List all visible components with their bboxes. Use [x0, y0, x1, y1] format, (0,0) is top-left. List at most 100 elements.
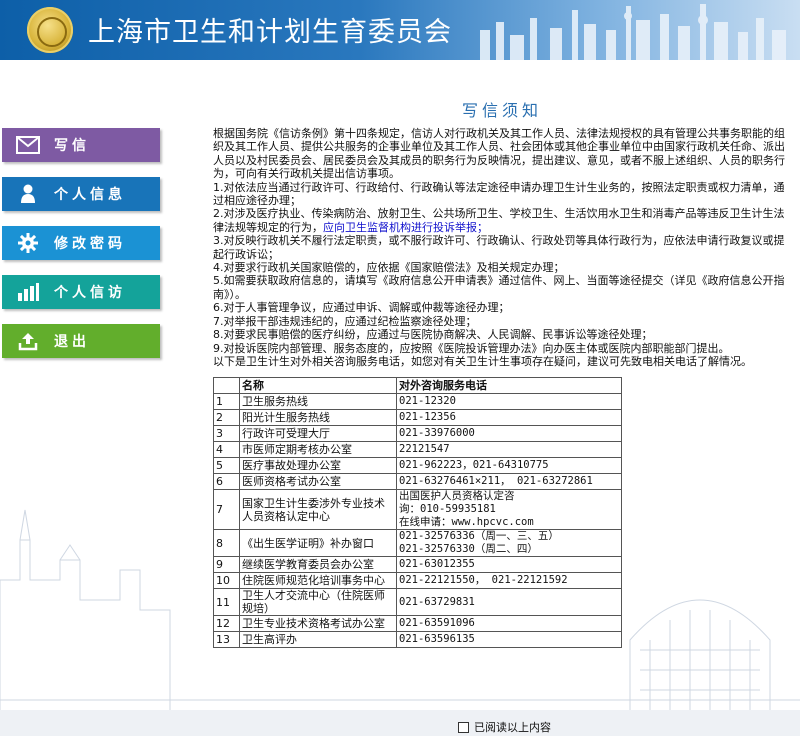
table-row: 7 国家卫生计生委涉外专业技术人员资格认定中心 出国医护人员资格认定咨 询：010-5…: [213, 489, 622, 530]
nav-personal-petition[interactable]: 个人信访: [2, 275, 160, 309]
site-title: 上海市卫生和计划生育委员会: [88, 17, 452, 48]
notice-item-4: 4.对要求行政机关国家赔偿的，应依据《国家赔偿法》及相关规定办理；: [213, 261, 565, 275]
table-row: 5 医疗事故处理办公室 021-962223，021-64310775: [213, 457, 622, 474]
row-name: 阳光计生服务热线: [239, 409, 397, 426]
row-name: 国家卫生计生委涉外专业技术人员资格认定中心: [239, 489, 397, 530]
table-row: 2 阳光计生服务热线 021-12356: [213, 409, 622, 426]
notice-item-5: 5.如需要获取政府信息的，请填写《政府信息公开申请表》通过信件、网上、当面等途径…: [213, 274, 785, 301]
row-name: 市医师定期考核办公室: [239, 441, 397, 458]
row-number: 3: [213, 425, 240, 442]
row-phone: 021-63012355: [396, 556, 622, 573]
row-phone: 021-33976000: [396, 425, 622, 442]
agree-label: 已阅读以上内容: [474, 721, 551, 734]
row-number: 2: [213, 409, 240, 426]
table-header-row: 名称 对外咨询服务电话: [213, 377, 622, 394]
table-row: 11 卫生人才交流中心（住院医师规培） 021-63729831: [213, 588, 622, 616]
notice-item-1: 1.对依法应当通过行政许可、行政给付、行政确认等法定途径申请办理卫生计生业务的，…: [213, 180, 785, 208]
agree-checkbox-row[interactable]: 已阅读以上内容: [458, 719, 551, 735]
notice-item-9: 9.对投诉医院内部管理、服务态度的，应按照《医院投诉管理办法》向办医主体或医院内…: [213, 341, 730, 355]
table-row: 8 《出生医学证明》补办窗口 021-32576336（周一、三、五） 021-325…: [213, 529, 622, 557]
upload-icon: [2, 331, 54, 351]
notice-item-3: 3.对反映行政机关不履行法定职责，或不服行政许可、行政确认、行政处罚等具体行政行…: [213, 234, 785, 261]
phone-line: 021-22121550， 021-22121592: [399, 574, 568, 586]
notice-item-8: 8.对要求民事赔偿的医疗纠纷，应通过与医院协商解决、人民调解、民事诉讼等途径处理…: [213, 328, 653, 342]
col-header-no: [213, 377, 240, 394]
nav-personal-info[interactable]: 个人信息: [2, 177, 160, 211]
row-phone: 22121547: [396, 441, 622, 458]
notice-outro: 以下是卫生计生对外相关咨询服务电话，如您对有关卫生计生事项存在疑问，建议可先致电…: [213, 354, 752, 368]
phone-line: 021-962223，021-64310775: [399, 459, 549, 471]
row-name: 住院医师规范化培训事务中心: [239, 572, 397, 589]
row-number: 12: [213, 615, 240, 632]
notice-item-7: 7.对举报干部违规违纪的，应通过纪检监察途径处理；: [213, 314, 477, 328]
row-number: 7: [213, 489, 240, 530]
notice-item-2: 2.对涉及医疗执业、传染病防治、放射卫生、公共场所卫生、学校卫生、生活饮用水卫生…: [213, 207, 785, 234]
agree-checkbox[interactable]: [458, 721, 469, 733]
nav-label: 修改密码: [54, 236, 126, 252]
row-phone: 021-22121550， 021-22121592: [396, 572, 622, 589]
phone-line: 021-12320: [399, 395, 456, 407]
row-name: 继续医学教育委员会办公室: [239, 556, 397, 573]
phone-line: 021-32576330（周二、四）: [399, 543, 538, 555]
phone-line: 021-12356: [399, 411, 456, 423]
phone-line: 021-63591096: [399, 617, 475, 629]
nav-change-password[interactable]: 修改密码: [2, 226, 160, 260]
nav-write-letter[interactable]: 写信: [2, 128, 160, 162]
row-number: 1: [213, 393, 240, 410]
row-phone: 021-63276461×211， 021-63272861: [396, 473, 622, 490]
row-name: 卫生服务热线: [239, 393, 397, 410]
table-row: 1 卫生服务热线 021-12320: [213, 393, 622, 410]
page-title: 写信须知: [462, 101, 543, 120]
row-number: 8: [213, 529, 240, 557]
person-icon: [2, 184, 54, 204]
row-name: 卫生人才交流中心（住院医师规培）: [239, 588, 397, 616]
row-phone: 021-32576336（周一、三、五） 021-32576330（周二、四）: [396, 529, 622, 557]
table-row: 10 住院医师规范化培训事务中心 021-22121550， 021-2212159…: [213, 572, 622, 589]
row-number: 4: [213, 441, 240, 458]
row-number: 13: [213, 631, 240, 648]
row-number: 5: [213, 457, 240, 474]
service-phone-table: 名称 对外咨询服务电话 1 卫生服务热线 021-12320 2 阳光计生服务热线 021…: [213, 377, 622, 648]
row-number: 6: [213, 473, 240, 490]
row-name: 卫生高评办: [239, 631, 397, 648]
row-name: 卫生专业技术资格考试办公室: [239, 615, 397, 632]
nav-label: 个人信息: [54, 187, 126, 203]
nav-label: 退出: [54, 334, 90, 350]
notice-text: 根据国务院《信访条例》第十四条规定，信访人对行政机关及其工作人员、法律法规授权的…: [213, 127, 795, 368]
row-number: 10: [213, 572, 240, 589]
table-row: 4 市医师定期考核办公室 22121547: [213, 441, 622, 458]
government-emblem-logo: [27, 7, 73, 53]
row-name: 《出生医学证明》补办窗口: [239, 529, 397, 557]
phone-line: 021-33976000: [399, 427, 475, 439]
complaint-report-link[interactable]: 应向卫生监督机构进行投诉举报；: [323, 221, 488, 234]
phone-line: 在线申请：www.hpcvc.com: [399, 516, 534, 528]
mail-icon: [2, 136, 54, 154]
table-row: 6 医师资格考试办公室 021-63276461×211， 021-63272861: [213, 473, 622, 490]
row-phone: 021-63729831: [396, 588, 622, 616]
row-number: 9: [213, 556, 240, 573]
row-name: 医师资格考试办公室: [239, 473, 397, 490]
row-name: 医疗事故处理办公室: [239, 457, 397, 474]
notice-intro: 根据国务院《信访条例》第十四条规定，信访人对行政机关及其工作人员、法律法规授权的…: [213, 127, 785, 181]
phone-line: 021-63596135: [399, 633, 475, 645]
phone-line: 021-63729831: [399, 595, 475, 608]
site-header: 上海市卫生和计划生育委员会: [0, 0, 800, 60]
col-header-phone: 对外咨询服务电话: [396, 377, 622, 394]
notice-item-6: 6.对于人事管理争议，应通过申诉、调解或仲裁等途径办理；: [213, 301, 510, 315]
row-number: 11: [213, 588, 240, 616]
table-row: 13 卫生高评办 021-63596135: [213, 631, 622, 648]
row-phone: 021-63591096: [396, 615, 622, 632]
phone-line: 出国医护人员资格认定咨: [399, 490, 515, 502]
sidebar-nav: 写信 个人信息 修改密码 个人信访 退出: [2, 128, 160, 373]
nav-label: 写信: [54, 138, 90, 154]
row-phone: 出国医护人员资格认定咨 询：010-59935181 在线申请：www.hpcvc.…: [396, 489, 622, 530]
skyline-banner-image: [480, 4, 786, 60]
table-row: 12 卫生专业技术资格考试办公室 021-63591096: [213, 615, 622, 632]
col-header-name: 名称: [239, 377, 397, 394]
row-phone: 021-12356: [396, 409, 622, 426]
row-phone: 021-12320: [396, 393, 622, 410]
phone-line: 021-63012355: [399, 558, 475, 570]
gear-icon: [2, 233, 54, 253]
nav-logout[interactable]: 退出: [2, 324, 160, 358]
phone-line: 021-32576336（周一、三、五）: [399, 530, 559, 542]
